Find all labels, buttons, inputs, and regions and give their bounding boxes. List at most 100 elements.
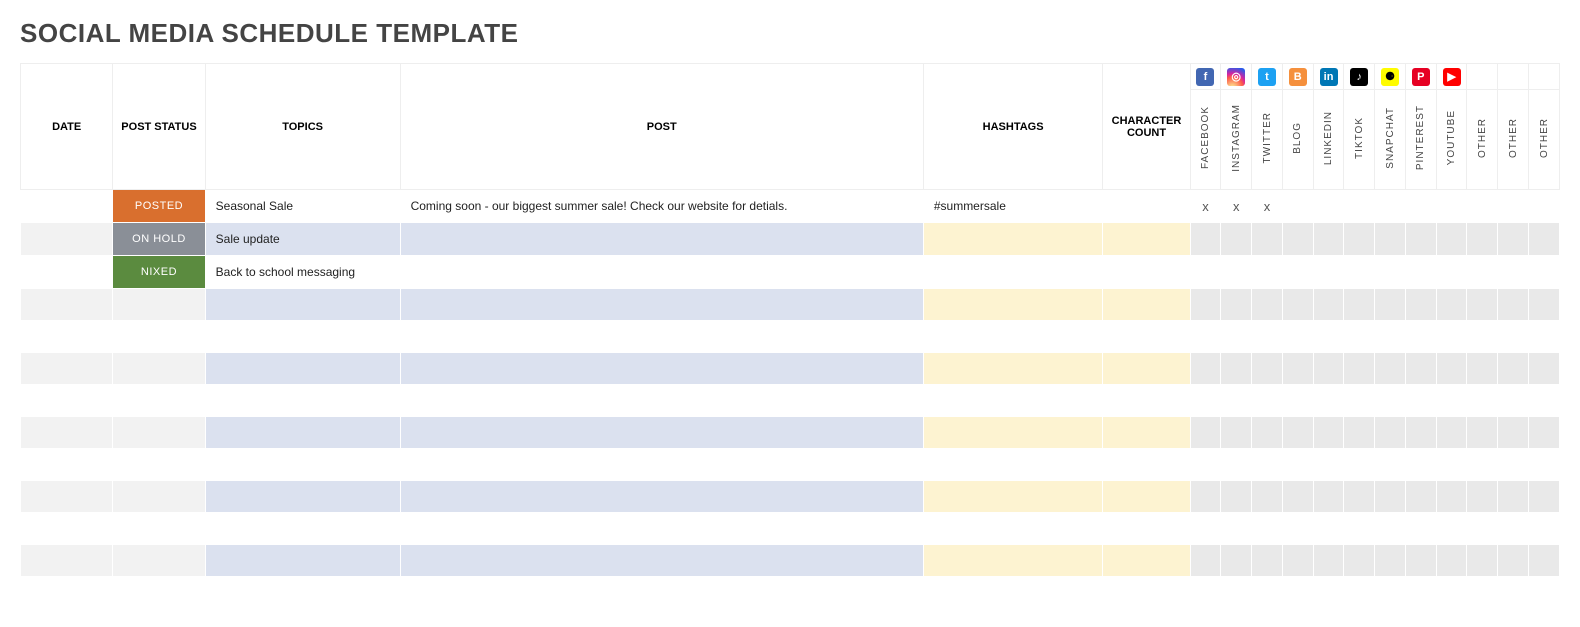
cell-snapchat[interactable]: [1375, 417, 1406, 449]
cell-date[interactable]: [21, 577, 113, 609]
cell-tiktok[interactable]: [1344, 449, 1375, 481]
cell-pinterest[interactable]: [1405, 289, 1436, 321]
cell-other1[interactable]: [1467, 289, 1498, 321]
cell-blog[interactable]: [1282, 321, 1313, 353]
cell-post[interactable]: [400, 481, 923, 513]
cell-hashtags[interactable]: [923, 417, 1103, 449]
cell-status[interactable]: [113, 289, 205, 321]
cell-other1[interactable]: [1467, 190, 1498, 223]
cell-post[interactable]: [400, 353, 923, 385]
cell-date[interactable]: [21, 481, 113, 513]
cell-snapchat[interactable]: [1375, 289, 1406, 321]
cell-other3[interactable]: [1529, 289, 1560, 321]
cell-youtube[interactable]: [1436, 385, 1467, 417]
cell-snapchat[interactable]: [1375, 353, 1406, 385]
cell-other3[interactable]: [1529, 223, 1560, 256]
cell-status[interactable]: [113, 417, 205, 449]
cell-youtube[interactable]: [1436, 577, 1467, 609]
cell-topics[interactable]: [205, 385, 400, 417]
cell-date[interactable]: [21, 190, 113, 223]
cell-date[interactable]: [21, 513, 113, 545]
cell-twitter[interactable]: x: [1252, 190, 1283, 223]
cell-twitter[interactable]: [1252, 321, 1283, 353]
cell-other2[interactable]: [1498, 223, 1529, 256]
cell-other2[interactable]: [1498, 190, 1529, 223]
cell-post[interactable]: [400, 449, 923, 481]
cell-other3[interactable]: [1529, 481, 1560, 513]
cell-topics[interactable]: [205, 481, 400, 513]
cell-other3[interactable]: [1529, 353, 1560, 385]
cell-other1[interactable]: [1467, 545, 1498, 577]
cell-blog[interactable]: [1282, 577, 1313, 609]
cell-date[interactable]: [21, 321, 113, 353]
cell-other2[interactable]: [1498, 481, 1529, 513]
cell-hashtags[interactable]: [923, 481, 1103, 513]
cell-facebook[interactable]: [1190, 289, 1221, 321]
cell-charcount[interactable]: [1103, 353, 1190, 385]
cell-blog[interactable]: [1282, 449, 1313, 481]
cell-other3[interactable]: [1529, 385, 1560, 417]
cell-status[interactable]: [113, 577, 205, 609]
cell-other2[interactable]: [1498, 513, 1529, 545]
cell-tiktok[interactable]: [1344, 481, 1375, 513]
cell-date[interactable]: [21, 449, 113, 481]
cell-date[interactable]: [21, 417, 113, 449]
cell-tiktok[interactable]: [1344, 289, 1375, 321]
cell-topics[interactable]: [205, 353, 400, 385]
cell-snapchat[interactable]: [1375, 449, 1406, 481]
cell-topics[interactable]: [205, 577, 400, 609]
cell-post[interactable]: [400, 513, 923, 545]
cell-other2[interactable]: [1498, 321, 1529, 353]
cell-youtube[interactable]: [1436, 223, 1467, 256]
cell-facebook[interactable]: [1190, 223, 1221, 256]
cell-hashtags[interactable]: [923, 321, 1103, 353]
cell-hashtags[interactable]: [923, 289, 1103, 321]
cell-post[interactable]: [400, 289, 923, 321]
cell-blog[interactable]: [1282, 256, 1313, 289]
cell-linkedin[interactable]: [1313, 321, 1344, 353]
cell-charcount[interactable]: [1103, 545, 1190, 577]
cell-snapchat[interactable]: [1375, 513, 1406, 545]
cell-tiktok[interactable]: [1344, 545, 1375, 577]
cell-hashtags[interactable]: [923, 449, 1103, 481]
cell-snapchat[interactable]: [1375, 321, 1406, 353]
cell-status[interactable]: [113, 545, 205, 577]
cell-facebook[interactable]: [1190, 321, 1221, 353]
cell-charcount[interactable]: [1103, 190, 1190, 223]
cell-linkedin[interactable]: [1313, 385, 1344, 417]
cell-linkedin[interactable]: [1313, 513, 1344, 545]
cell-blog[interactable]: [1282, 545, 1313, 577]
cell-blog[interactable]: [1282, 513, 1313, 545]
cell-status[interactable]: [113, 353, 205, 385]
cell-instagram[interactable]: [1221, 256, 1252, 289]
cell-other3[interactable]: [1529, 513, 1560, 545]
cell-instagram[interactable]: [1221, 449, 1252, 481]
cell-twitter[interactable]: [1252, 223, 1283, 256]
cell-linkedin[interactable]: [1313, 577, 1344, 609]
cell-topics[interactable]: Back to school messaging: [205, 256, 400, 289]
cell-twitter[interactable]: [1252, 417, 1283, 449]
cell-instagram[interactable]: [1221, 481, 1252, 513]
cell-other1[interactable]: [1467, 256, 1498, 289]
cell-other1[interactable]: [1467, 417, 1498, 449]
cell-linkedin[interactable]: [1313, 417, 1344, 449]
cell-date[interactable]: [21, 223, 113, 256]
cell-other3[interactable]: [1529, 545, 1560, 577]
cell-pinterest[interactable]: [1405, 321, 1436, 353]
cell-linkedin[interactable]: [1313, 190, 1344, 223]
cell-tiktok[interactable]: [1344, 256, 1375, 289]
cell-twitter[interactable]: [1252, 481, 1283, 513]
cell-youtube[interactable]: [1436, 417, 1467, 449]
cell-other1[interactable]: [1467, 385, 1498, 417]
cell-hashtags[interactable]: [923, 223, 1103, 256]
cell-post[interactable]: [400, 256, 923, 289]
cell-topics[interactable]: Sale update: [205, 223, 400, 256]
cell-snapchat[interactable]: [1375, 190, 1406, 223]
cell-date[interactable]: [21, 353, 113, 385]
cell-status[interactable]: POSTED: [113, 190, 205, 223]
cell-other3[interactable]: [1529, 256, 1560, 289]
cell-topics[interactable]: Seasonal Sale: [205, 190, 400, 223]
cell-facebook[interactable]: [1190, 256, 1221, 289]
cell-youtube[interactable]: [1436, 321, 1467, 353]
cell-charcount[interactable]: [1103, 513, 1190, 545]
